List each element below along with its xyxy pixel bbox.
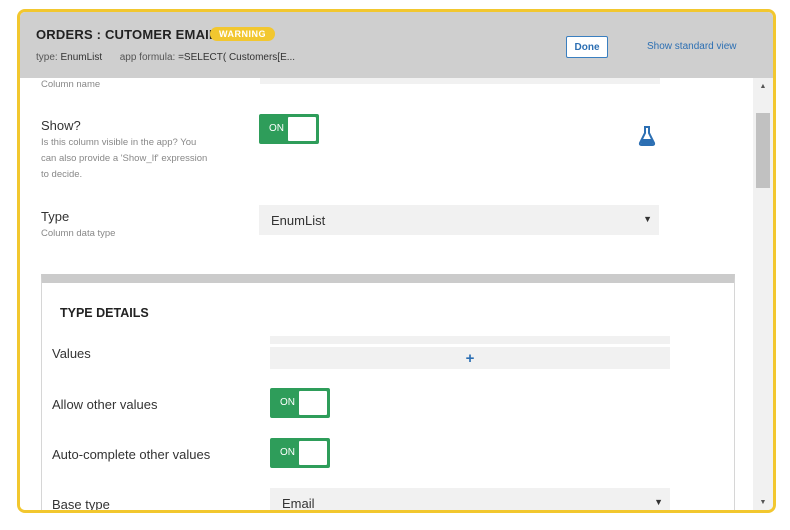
type-details-title: TYPE DETAILS — [60, 306, 149, 320]
allow-other-toggle-knob — [299, 391, 327, 415]
done-button[interactable]: Done — [566, 36, 608, 58]
show-hint-line1: Is this column visible in the app? You — [41, 137, 197, 148]
formula-summary-value: =SELECT( Customers[E... — [178, 52, 296, 63]
type-prefix: type: — [36, 52, 58, 63]
column-name-hint: Column name — [41, 79, 101, 90]
autocomplete-toggle[interactable]: ON — [270, 438, 330, 468]
autocomplete-label: Auto-complete other values — [52, 447, 211, 462]
dialog-body: Column name Show? Is this column visible… — [20, 78, 753, 510]
base-type-select-value: Email — [282, 496, 315, 510]
scroll-down-arrow-icon[interactable]: ▼ — [753, 496, 773, 510]
flask-icon[interactable] — [638, 126, 656, 146]
show-toggle-label: ON — [269, 123, 284, 134]
values-list — [270, 336, 670, 344]
column-summary: type: EnumList app formula: =SELECT( Cus… — [36, 52, 295, 63]
show-toggle[interactable]: ON — [259, 114, 319, 144]
type-select-value: EnumList — [271, 213, 326, 228]
show-toggle-knob — [288, 117, 316, 141]
chevron-down-icon: ▼ — [654, 497, 663, 507]
allow-other-toggle[interactable]: ON — [270, 388, 330, 418]
warning-badge: WARNING — [210, 27, 275, 41]
add-value-button[interactable]: + — [270, 347, 670, 369]
show-hint-line3: to decide. — [41, 169, 83, 180]
dialog-header: ORDERS : CUTOMER EMAIL2 WARNING type: En… — [20, 12, 773, 78]
type-select[interactable]: EnumList ▼ — [259, 205, 659, 235]
scroll-up-arrow-icon[interactable]: ▲ — [753, 80, 773, 94]
base-type-label: Base type — [52, 497, 110, 510]
formula-prefix: app formula: — [119, 52, 176, 63]
column-name-input[interactable] — [260, 78, 660, 84]
type-summary-value: EnumList — [60, 52, 103, 63]
show-standard-view-link[interactable]: Show standard view — [647, 41, 737, 52]
type-details-panel: TYPE DETAILS Values + Allow other values… — [41, 274, 735, 510]
base-type-select[interactable]: Email ▼ — [270, 488, 670, 510]
chevron-down-icon: ▼ — [643, 214, 652, 224]
type-hint: Column data type — [41, 228, 116, 239]
plus-icon: + — [465, 349, 475, 367]
allow-other-label: Allow other values — [52, 397, 158, 412]
type-label: Type — [41, 209, 70, 224]
scroll-thumb[interactable] — [756, 113, 770, 188]
vertical-scrollbar[interactable]: ▲ ▼ — [753, 78, 773, 510]
allow-other-toggle-label: ON — [280, 397, 295, 408]
show-label: Show? — [41, 118, 81, 133]
dialog-title: ORDERS : CUTOMER EMAIL2 — [36, 27, 225, 42]
autocomplete-toggle-knob — [299, 441, 327, 465]
values-label: Values — [52, 346, 91, 361]
autocomplete-toggle-label: ON — [280, 447, 295, 458]
show-hint-line2: can also provide a 'Show_If' expression — [41, 153, 208, 164]
column-editor-dialog: ORDERS : CUTOMER EMAIL2 WARNING type: En… — [17, 9, 776, 513]
